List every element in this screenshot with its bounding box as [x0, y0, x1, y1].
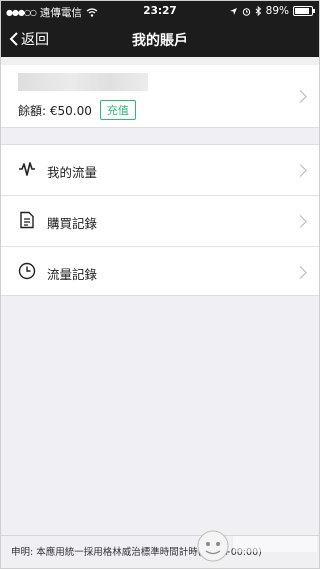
status-bar: ●●●○○ 遠傳電信 23:27 89%: [1, 1, 319, 21]
chevron-right-icon: [294, 215, 307, 228]
chevron-left-icon: [9, 32, 18, 46]
navigation-bar: 返回 我的賬戶: [1, 21, 319, 57]
footer-disclaimer: 申明: 本應用統一採用格林威治標準時間計時(GMT+00:00): [1, 535, 319, 568]
clock-icon: [18, 262, 36, 280]
menu-item-my-traffic[interactable]: 我的流量: [1, 145, 319, 196]
topup-button[interactable]: 充值: [99, 100, 136, 120]
menu-item-traffic-history[interactable]: 流量記錄: [1, 247, 319, 297]
disclaimer-text: 申明: 本應用統一採用格林威治標準時間計時(GMT+00:00): [11, 547, 262, 558]
document-icon: [20, 211, 34, 229]
alarm-icon: [242, 7, 250, 16]
location-arrow-icon: [229, 7, 237, 15]
account-name-redacted: [18, 73, 148, 91]
battery-icon: [293, 6, 315, 16]
balance-text: 餘額: €50.00: [18, 103, 92, 118]
balance-row: 餘額: €50.00 充值: [18, 100, 136, 120]
menu-list: 我的流量 購買記錄 流量記錄: [1, 144, 319, 296]
chevron-right-icon: [294, 90, 307, 103]
chevron-right-icon: [294, 266, 307, 279]
menu-item-purchase-history[interactable]: 購買記錄: [1, 196, 319, 247]
chevron-right-icon: [294, 164, 307, 177]
battery-fill: [295, 8, 310, 14]
app-screen: ●●●○○ 遠傳電信 23:27 89% 返回 我的賬戶 餘額: €50.00: [0, 0, 320, 569]
back-button[interactable]: 返回: [9, 29, 49, 49]
menu-item-label: 流量記錄: [47, 267, 98, 282]
account-card[interactable]: 餘額: €50.00 充值: [1, 65, 319, 128]
pulse-icon: [19, 162, 35, 176]
back-label: 返回: [21, 32, 49, 48]
menu-item-label: 購買記錄: [47, 216, 98, 231]
status-right: 89%: [229, 5, 315, 17]
bluetooth-icon: [255, 6, 261, 16]
menu-item-label: 我的流量: [47, 165, 98, 180]
battery-percent: 89%: [265, 5, 289, 17]
